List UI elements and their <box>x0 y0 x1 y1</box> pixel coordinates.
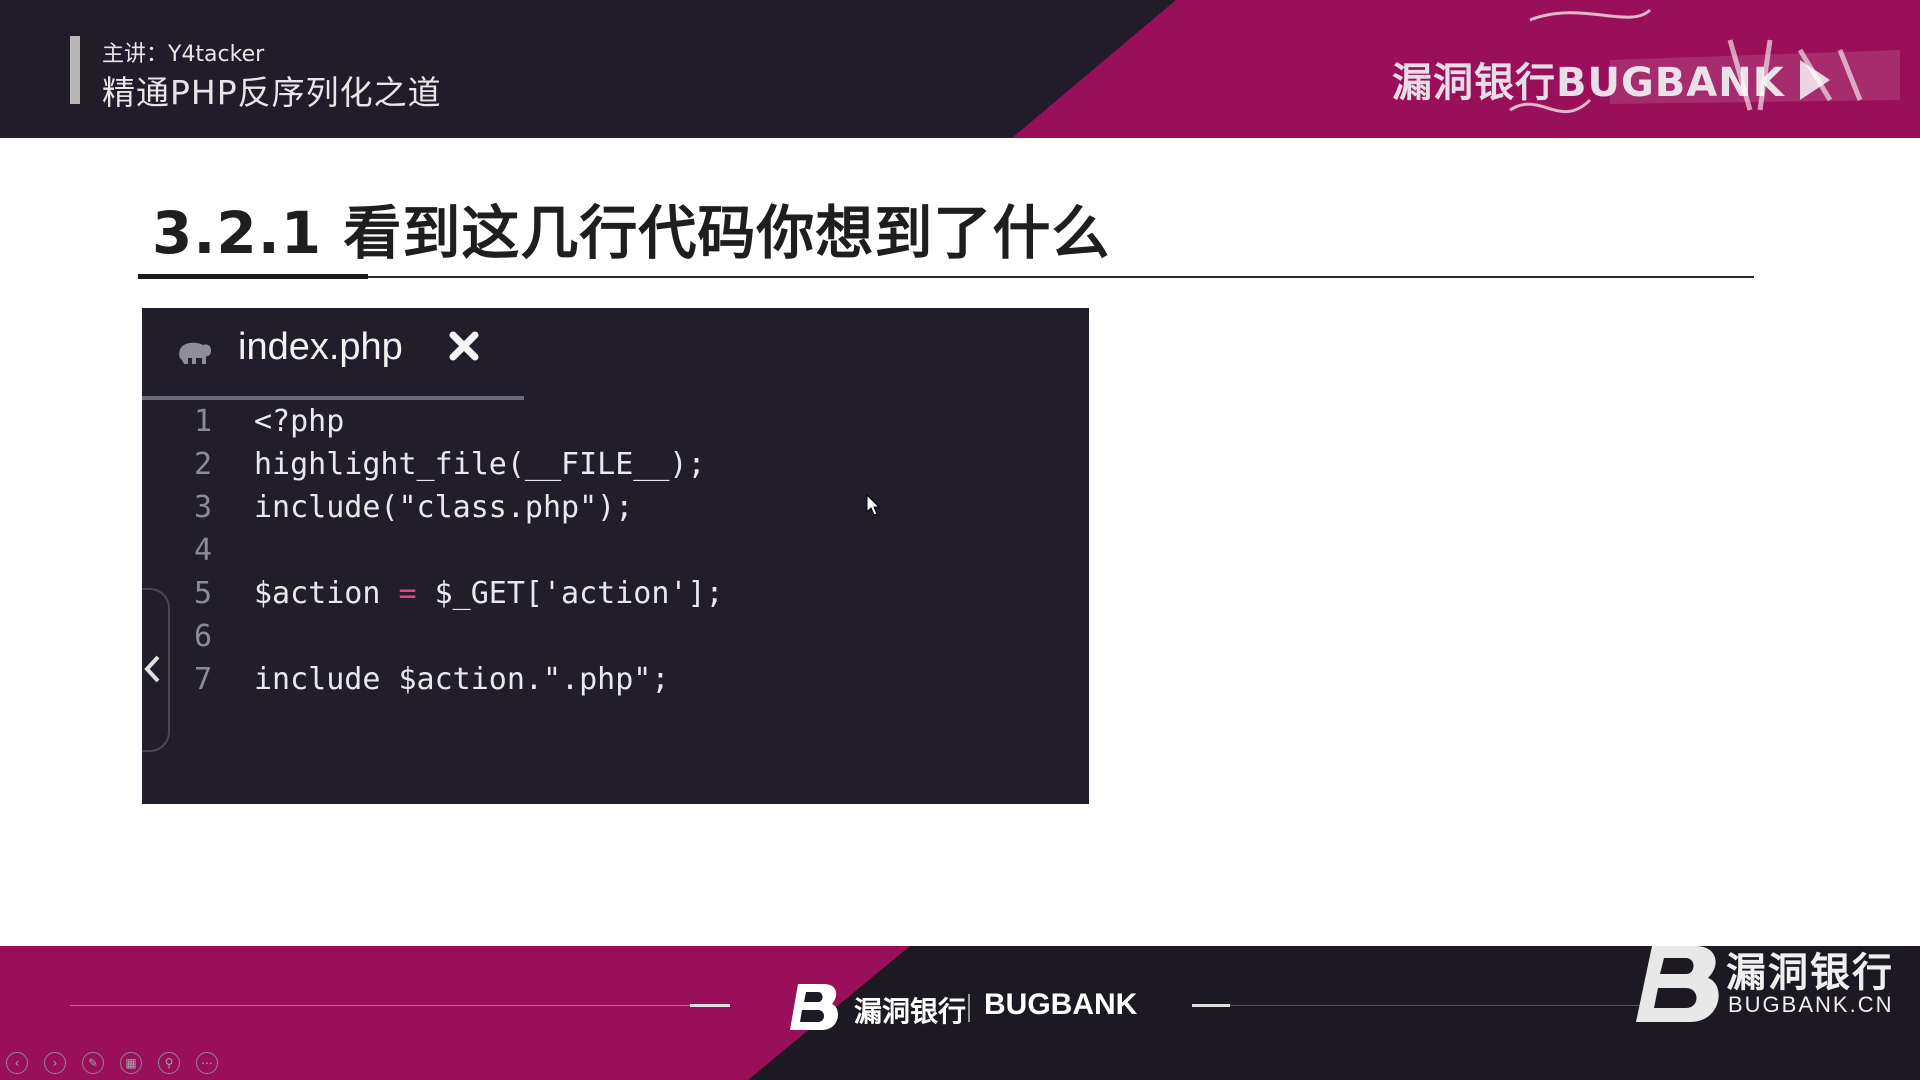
close-icon[interactable] <box>446 328 482 364</box>
more-icon[interactable]: ⋯ <box>196 1052 218 1074</box>
line-number: 5 <box>193 576 212 611</box>
code-line: 4 <box>142 533 1089 576</box>
title-divider <box>138 276 1754 278</box>
previous-icon[interactable]: ‹ <box>6 1052 28 1074</box>
code-text: highlight_file(__FILE__); <box>254 447 706 482</box>
line-number: 2 <box>193 447 212 482</box>
editor-tab[interactable]: index.php <box>142 308 524 400</box>
line-number: 6 <box>193 619 212 654</box>
bugbank-corner-logo-icon <box>1636 946 1719 1022</box>
code-line: 7 include $action.".php"; <box>142 662 1089 705</box>
pen-icon[interactable]: ✎ <box>82 1052 104 1074</box>
active-tab-indicator <box>142 396 524 400</box>
next-icon[interactable]: › <box>44 1052 66 1074</box>
php-elephant-icon <box>179 342 212 364</box>
zoom-icon[interactable]: ⚲ <box>158 1052 180 1074</box>
mouse-pointer-icon <box>866 494 881 516</box>
footer-brand-cn: 漏洞银行 <box>854 995 967 1028</box>
chevron-left-icon[interactable] <box>142 652 164 686</box>
code-text: include("class.php"); <box>254 490 634 525</box>
code-text: include $action.".php"; <box>254 662 670 697</box>
line-number: 1 <box>193 404 212 439</box>
assignment-operator: = <box>398 576 417 611</box>
line-number: 4 <box>193 533 212 568</box>
code-line: 5 $action = $_GET['action']; <box>142 576 1089 619</box>
footer-brand-en: BUGBANK <box>984 988 1138 1021</box>
title-divider-accent <box>138 274 368 279</box>
code-text: <?php <box>254 404 345 439</box>
corner-brand-cn: 漏洞银行 <box>1726 950 1894 996</box>
slide-title: 3.2.1 看到这几行代码你想到了什么 <box>152 199 1111 267</box>
code-text: $action = $_GET['action']; <box>254 576 724 611</box>
code-editor-screenshot: index.php 1 <?php 2 highlight_file(__FIL… <box>142 308 1089 804</box>
brand-scribble-graphic <box>1509 8 1900 113</box>
course-title: 精通PHP反序列化之道 <box>102 73 442 112</box>
code-variable: $action <box>254 576 399 611</box>
footer-brand-separator <box>968 994 970 1022</box>
code-expression: $_GET['action']; <box>416 576 724 611</box>
line-number: 7 <box>193 662 212 697</box>
slide-header: 主讲：Y4tacker 精通PHP反序列化之道 漏洞银行BUGBANK <box>0 0 1920 138</box>
header-bar <box>70 36 80 104</box>
presenter-label: 主讲：Y4tacker <box>102 42 265 67</box>
footer-divider-left <box>70 1005 690 1006</box>
code-line: 3 include("class.php"); <box>142 490 1089 533</box>
footer-divider-right <box>1222 1005 1642 1006</box>
code-line: 1 <?php <box>142 404 1089 447</box>
slide-footer: 漏洞银行 BUGBANK 漏洞银行 BUGBANK.CN <box>0 946 1920 1080</box>
line-number: 3 <box>193 490 212 525</box>
code-line: 2 highlight_file(__FILE__); <box>142 447 1089 490</box>
tab-filename: index.php <box>238 326 403 368</box>
code-line: 6 <box>142 619 1089 662</box>
corner-brand-url: BUGBANK.CN <box>1728 992 1894 1017</box>
footer-divider-right-accent <box>1192 1004 1230 1007</box>
bugbank-logo-icon <box>790 984 838 1030</box>
footer-divider-left-accent <box>690 1004 730 1007</box>
slides-icon[interactable]: ▦ <box>120 1052 142 1074</box>
